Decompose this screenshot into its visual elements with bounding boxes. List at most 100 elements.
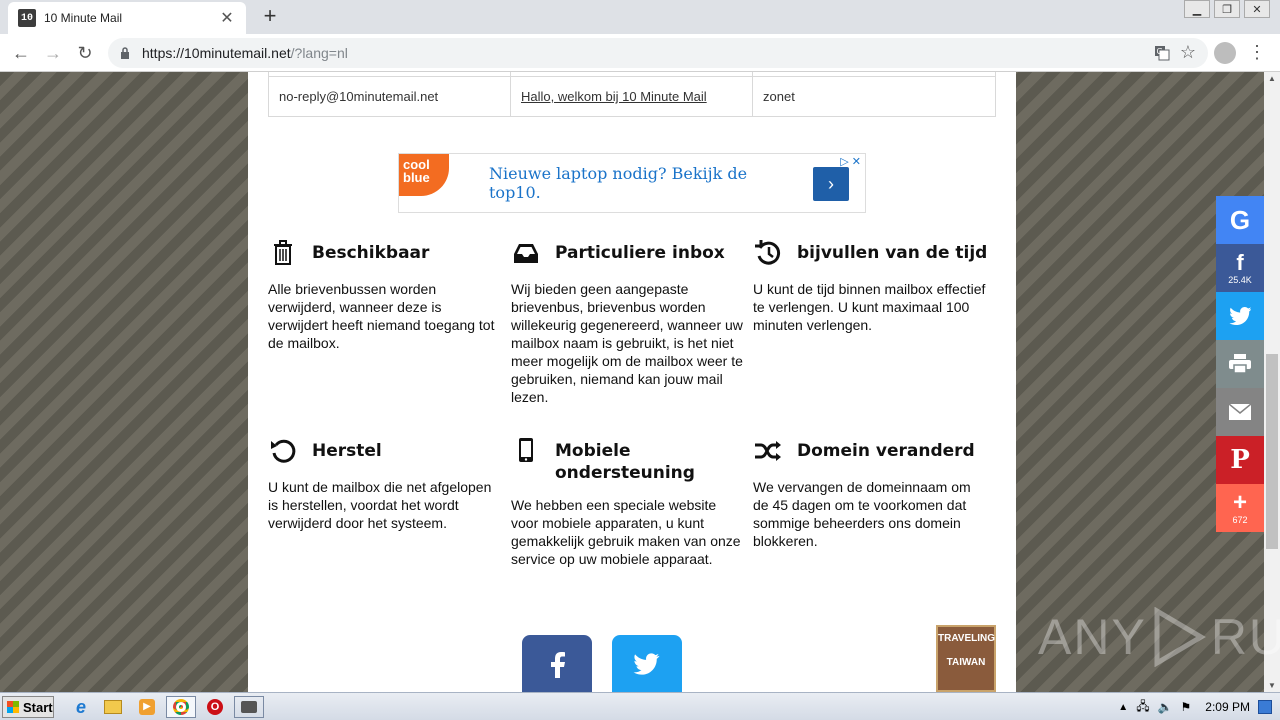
- feature-text: We hebben een speciale website voor mobi…: [511, 497, 741, 567]
- bookmark-star-icon[interactable]: ☆: [1180, 42, 1196, 63]
- feature-domein-veranderd: Domein veranderd We vervangen de domeinn…: [753, 440, 989, 550]
- restore-icon: [271, 439, 296, 463]
- flag-icon[interactable]: ⚑: [1181, 700, 1192, 714]
- feature-particuliere-inbox: Particuliere inbox Wij bieden geen aange…: [511, 242, 747, 406]
- menu-icon[interactable]: ⋮: [1248, 42, 1266, 63]
- facebook-icon: f: [1236, 249, 1244, 275]
- more-share-button[interactable]: + 672: [1216, 484, 1264, 532]
- tab-close-icon[interactable]: ✕: [218, 8, 236, 28]
- twitter-icon: [633, 653, 660, 675]
- app-taskbar-icon[interactable]: [234, 696, 264, 718]
- translate-icon[interactable]: G: [1154, 45, 1170, 61]
- ad-text: Nieuwe laptop nodig? Bekijk de top10.: [489, 164, 748, 202]
- forward-icon[interactable]: →: [40, 40, 66, 66]
- mail-subject-link[interactable]: Hallo, welkom bij 10 Minute Mail: [521, 89, 707, 104]
- shuffle-icon: [755, 441, 781, 461]
- mail-from: no-reply@10minutemail.net: [268, 76, 511, 117]
- reload-icon[interactable]: ↻: [72, 40, 98, 66]
- plus-icon: +: [1232, 488, 1247, 516]
- svg-text:G: G: [1157, 47, 1163, 56]
- feature-title: Herstel: [312, 441, 382, 461]
- twitter-icon: [1229, 307, 1251, 325]
- close-window-button[interactable]: ✕: [1244, 0, 1270, 18]
- back-icon[interactable]: ←: [8, 40, 34, 66]
- feature-title: Beschikbaar: [312, 243, 430, 263]
- new-tab-button[interactable]: +: [258, 5, 282, 29]
- explorer-taskbar-icon[interactable]: [100, 696, 126, 718]
- clock: 2:09 PM: [1205, 700, 1250, 714]
- scroll-down-icon[interactable]: ▼: [1268, 681, 1276, 690]
- ie-taskbar-icon[interactable]: e: [68, 696, 94, 718]
- history-icon: [755, 240, 781, 265]
- feature-bijvullen-tijd: bijvullen van de tijd U kunt de tijd bin…: [753, 240, 989, 334]
- page-viewport: no-reply@10minutemail.net Hallo, welkom …: [0, 72, 1280, 692]
- start-button[interactable]: Start: [2, 696, 54, 718]
- taskbar: Start e ▶ O ▲ 🖧 🔈 ⚑ 2:09 PM: [0, 692, 1280, 720]
- coolblue-logo: cool blue: [399, 154, 449, 196]
- show-desktop-button[interactable]: [1258, 700, 1272, 714]
- chevron-right-icon[interactable]: ›: [813, 167, 849, 201]
- play-icon: [1154, 607, 1206, 667]
- address-bar[interactable]: https://10minutemail.net/?lang=nl: [108, 38, 1208, 68]
- inbox-table: no-reply@10minutemail.net Hallo, welkom …: [268, 72, 996, 117]
- email-icon: [1229, 404, 1251, 420]
- volume-icon[interactable]: 🔈: [1158, 700, 1173, 714]
- facebook-share-button[interactable]: [522, 635, 592, 692]
- mail-subject-cell: Hallo, welkom bij 10 Minute Mail: [510, 76, 753, 117]
- ad-choices-icon[interactable]: ▷ ✕: [840, 155, 861, 168]
- advertisement-banner[interactable]: cool blue Nieuwe laptop nodig? Bekijk de …: [398, 153, 866, 213]
- browser-tab[interactable]: 10 10 Minute Mail ✕: [8, 2, 246, 34]
- email-share-button[interactable]: [1216, 388, 1264, 436]
- feature-text: We vervangen de domeinnaam om de 45 dage…: [753, 479, 971, 549]
- network-icon[interactable]: 🖧: [1136, 697, 1149, 718]
- feature-herstel: Herstel U kunt de mailbox die net afgelo…: [268, 439, 504, 532]
- tray-expand-icon[interactable]: ▲: [1118, 702, 1128, 713]
- url-text: https://10minutemail.net/?lang=nl: [142, 45, 348, 61]
- site-favicon-icon: 10: [18, 9, 36, 27]
- print-icon: [1229, 354, 1251, 374]
- twitter-sidebar-button[interactable]: [1216, 292, 1264, 340]
- system-tray: ▲ 🖧 🔈 ⚑ 2:09 PM: [1118, 693, 1280, 720]
- table-row[interactable]: no-reply@10minutemail.net Hallo, welkom …: [268, 76, 996, 117]
- feature-text: Alle brievenbussen worden verwijderd, wa…: [268, 281, 495, 351]
- pinterest-share-button[interactable]: P: [1216, 436, 1264, 484]
- trash-icon: [274, 240, 292, 265]
- feature-text: Wij bieden geen aangepaste brievenbus, b…: [511, 281, 743, 405]
- feature-title: Domein veranderd: [797, 441, 975, 461]
- book-thumbnail[interactable]: TRAVELING TAIWAN: [936, 625, 996, 692]
- minimize-button[interactable]: ▁: [1184, 0, 1210, 18]
- opera-taskbar-icon[interactable]: O: [202, 696, 228, 718]
- scroll-thumb[interactable]: [1266, 354, 1278, 549]
- page-scrollbar[interactable]: ▲ ▼: [1264, 72, 1280, 692]
- google-icon: G: [1229, 204, 1251, 235]
- page-content: no-reply@10minutemail.net Hallo, welkom …: [248, 72, 1016, 692]
- tab-bar: 10 10 Minute Mail ✕ + ▁ ❐ ✕: [0, 0, 1280, 34]
- profile-avatar[interactable]: [1214, 42, 1236, 64]
- restore-button[interactable]: ❐: [1214, 0, 1240, 18]
- share-sidebar: G f 25.4K P + 672: [1216, 196, 1264, 532]
- scroll-up-icon[interactable]: ▲: [1268, 74, 1276, 83]
- google-share-button[interactable]: G: [1216, 196, 1264, 244]
- pinterest-icon: P: [1230, 445, 1250, 475]
- more-share-count: 672: [1232, 514, 1248, 525]
- facebook-icon: [551, 652, 565, 678]
- browser-toolbar: ← → ↻ https://10minutemail.net/?lang=nl …: [0, 34, 1280, 72]
- feature-text: U kunt de tijd binnen mailbox effectief …: [753, 281, 986, 333]
- feature-title: Particuliere inbox: [555, 243, 725, 263]
- feature-title: Mobiele ondersteuning: [555, 441, 695, 483]
- feature-mobiele-ondersteuning: Mobiele ondersteuning We hebben een spec…: [511, 438, 747, 568]
- chrome-taskbar-icon[interactable]: [166, 696, 196, 718]
- anyrun-watermark: ANY RUN: [1038, 607, 1280, 667]
- facebook-share-count: 25.4K: [1228, 274, 1252, 285]
- inbox-icon: [514, 244, 538, 263]
- feature-text: U kunt de mailbox die net afgelopen is h…: [268, 479, 492, 531]
- media-player-taskbar-icon[interactable]: ▶: [134, 696, 160, 718]
- mail-date: zonet: [752, 76, 996, 117]
- print-button[interactable]: [1216, 340, 1264, 388]
- feature-title: bijvullen van de tijd: [797, 243, 988, 263]
- facebook-sidebar-button[interactable]: f 25.4K: [1216, 244, 1264, 292]
- windows-logo-icon: [7, 701, 19, 713]
- lock-icon: [121, 47, 129, 59]
- twitter-share-button[interactable]: [612, 635, 682, 692]
- tab-title: 10 Minute Mail: [44, 11, 123, 25]
